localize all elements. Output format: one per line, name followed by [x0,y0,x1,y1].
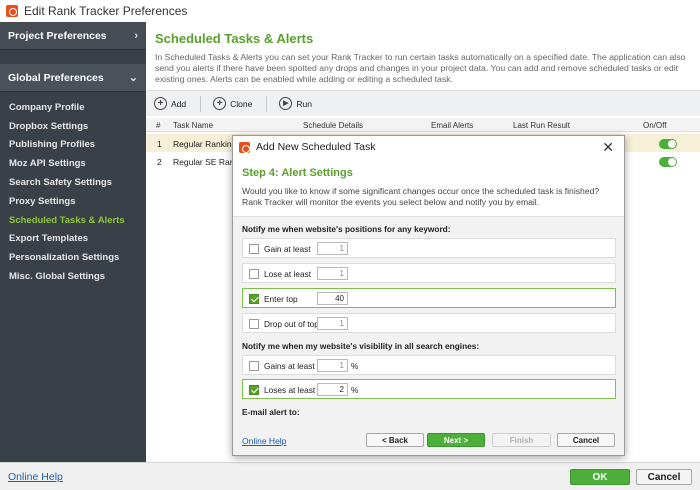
sidebar-group-label: Global Preferences [8,71,104,84]
drop-out-of-top-input[interactable]: 1 [317,317,348,330]
page-title: Scheduled Tasks & Alerts [155,31,314,46]
col-email-alerts[interactable]: Email Alerts [431,121,473,130]
alert-option-lose-at-least: Lose at least 1 [242,263,616,283]
enter-top-checkbox[interactable] [249,294,259,304]
run-label: Run [296,98,312,109]
option-label: Gains at least [264,361,315,371]
section-heading-visibility: Notify me when my website's visibility i… [242,341,480,351]
step-title: Step 4: Alert Settings [242,167,353,179]
alert-option-enter-top: Enter top 40 [242,288,616,308]
back-button[interactable]: < Back [366,433,424,447]
percent-unit: % [351,361,359,371]
dialog-cancel-button[interactable]: Cancel [557,433,615,447]
dialog-online-help-link[interactable]: Online Help [242,436,286,446]
loses-at-least-checkbox[interactable] [249,385,259,395]
clone-task-button[interactable]: + Clone [213,97,252,110]
row-number: 1 [157,139,162,149]
lose-at-least-checkbox[interactable] [249,269,259,279]
row-task-name: Regular Rankings [173,139,241,149]
col-last-run-result[interactable]: Last Run Result [513,121,570,130]
sidebar-item-scheduled-tasks-alerts[interactable]: Scheduled Tasks & Alerts [0,211,146,230]
finish-button[interactable]: Finish [492,433,551,447]
play-icon: ▶ [279,97,293,110]
task-enabled-toggle[interactable] [659,139,677,149]
option-label: Drop out of top [264,319,319,329]
alert-option-drop-out-of-top: Drop out of top 1 [242,313,616,333]
dialog-title: Add New Scheduled Task [256,141,376,153]
sidebar-group-global-preferences[interactable]: Global Preferences ⌄ [0,64,146,92]
dialog-footer: Online Help < Back Next > Finish Cancel [233,426,624,455]
rank-tracker-app-icon [6,5,18,17]
option-label: Enter top [264,294,298,304]
dialog-titlebar: Add New Scheduled Task ✕ [233,136,624,158]
lose-at-least-input[interactable]: 1 [317,267,348,280]
chevron-down-icon: ⌄ [128,72,138,84]
clone-icon: + [213,97,227,110]
alert-option-gains-at-least: Gains at least 1 % [242,355,616,375]
task-enabled-toggle[interactable] [659,157,677,167]
chevron-right-icon: › [134,29,138,42]
gains-at-least-checkbox[interactable] [249,361,259,371]
col-on-off[interactable]: On/Off [643,121,666,130]
sidebar-item-export-templates[interactable]: Export Templates [0,230,146,249]
add-scheduled-task-dialog: Add New Scheduled Task ✕ Step 4: Alert S… [232,135,625,456]
sidebar: Project Preferences › Global Preferences… [0,22,146,462]
option-label: Gain at least [264,244,311,254]
option-label: Loses at least [264,385,316,395]
row-number: 2 [157,157,162,167]
sidebar-item-search-safety-settings[interactable]: Search Safety Settings [0,173,146,192]
col-task-name[interactable]: Task Name [173,121,213,130]
sidebar-group-project-preferences[interactable]: Project Preferences › [0,22,146,50]
loses-at-least-input[interactable]: 2 [317,383,348,396]
plus-circle-icon: + [154,97,167,110]
drop-out-of-top-checkbox[interactable] [249,319,259,329]
section-heading-positions: Notify me when website's positions for a… [242,224,451,234]
next-button[interactable]: Next > [427,433,485,447]
ok-button[interactable]: OK [570,469,630,485]
alert-settings-panel: Notify me when website's positions for a… [233,216,624,426]
cancel-button[interactable]: Cancel [636,469,692,485]
gains-at-least-input[interactable]: 1 [317,359,348,372]
alert-option-gain-at-least: Gain at least 1 [242,238,616,258]
tasks-table-header: # Task Name Schedule Details Email Alert… [146,118,700,132]
add-label: Add [171,98,187,109]
window-title: Edit Rank Tracker Preferences [24,4,188,18]
clone-label: Clone [230,98,253,109]
close-icon[interactable]: ✕ [602,139,614,156]
step-description: Would you like to know if some significa… [242,186,600,207]
percent-unit: % [351,385,359,395]
preferences-footer: Online Help OK Cancel [0,462,700,490]
sidebar-item-moz-api-settings[interactable]: Moz API Settings [0,154,146,173]
sidebar-group-label: Project Preferences [8,29,107,42]
add-task-button[interactable]: + Add [154,97,186,110]
tasks-toolbar: + Add + Clone ▶ Run [146,90,700,116]
sidebar-item-proxy-settings[interactable]: Proxy Settings [0,192,146,211]
col-schedule-details[interactable]: Schedule Details [303,121,363,130]
online-help-link[interactable]: Online Help [8,471,63,483]
sidebar-item-misc-global-settings[interactable]: Misc. Global Settings [0,267,146,286]
option-label: Lose at least [264,269,312,279]
sidebar-item-personalization-settings[interactable]: Personalization Settings [0,248,146,267]
enter-top-input[interactable]: 40 [317,292,348,305]
gain-at-least-input[interactable]: 1 [317,242,348,255]
col-number[interactable]: # [156,121,160,130]
alert-option-loses-at-least: Loses at least 2 % [242,379,616,399]
rank-tracker-app-icon [239,141,250,153]
page-description: In Scheduled Tasks & Alerts you can set … [155,52,686,84]
sidebar-item-company-profile[interactable]: Company Profile [0,98,146,117]
gain-at-least-checkbox[interactable] [249,244,259,254]
section-heading-email: E-mail alert to: [242,407,300,417]
run-task-button[interactable]: ▶ Run [279,97,312,110]
sidebar-item-publishing-profiles[interactable]: Publishing Profiles [0,136,146,155]
window-titlebar: Edit Rank Tracker Preferences [0,0,700,22]
sidebar-item-dropbox-settings[interactable]: Dropbox Settings [0,117,146,136]
